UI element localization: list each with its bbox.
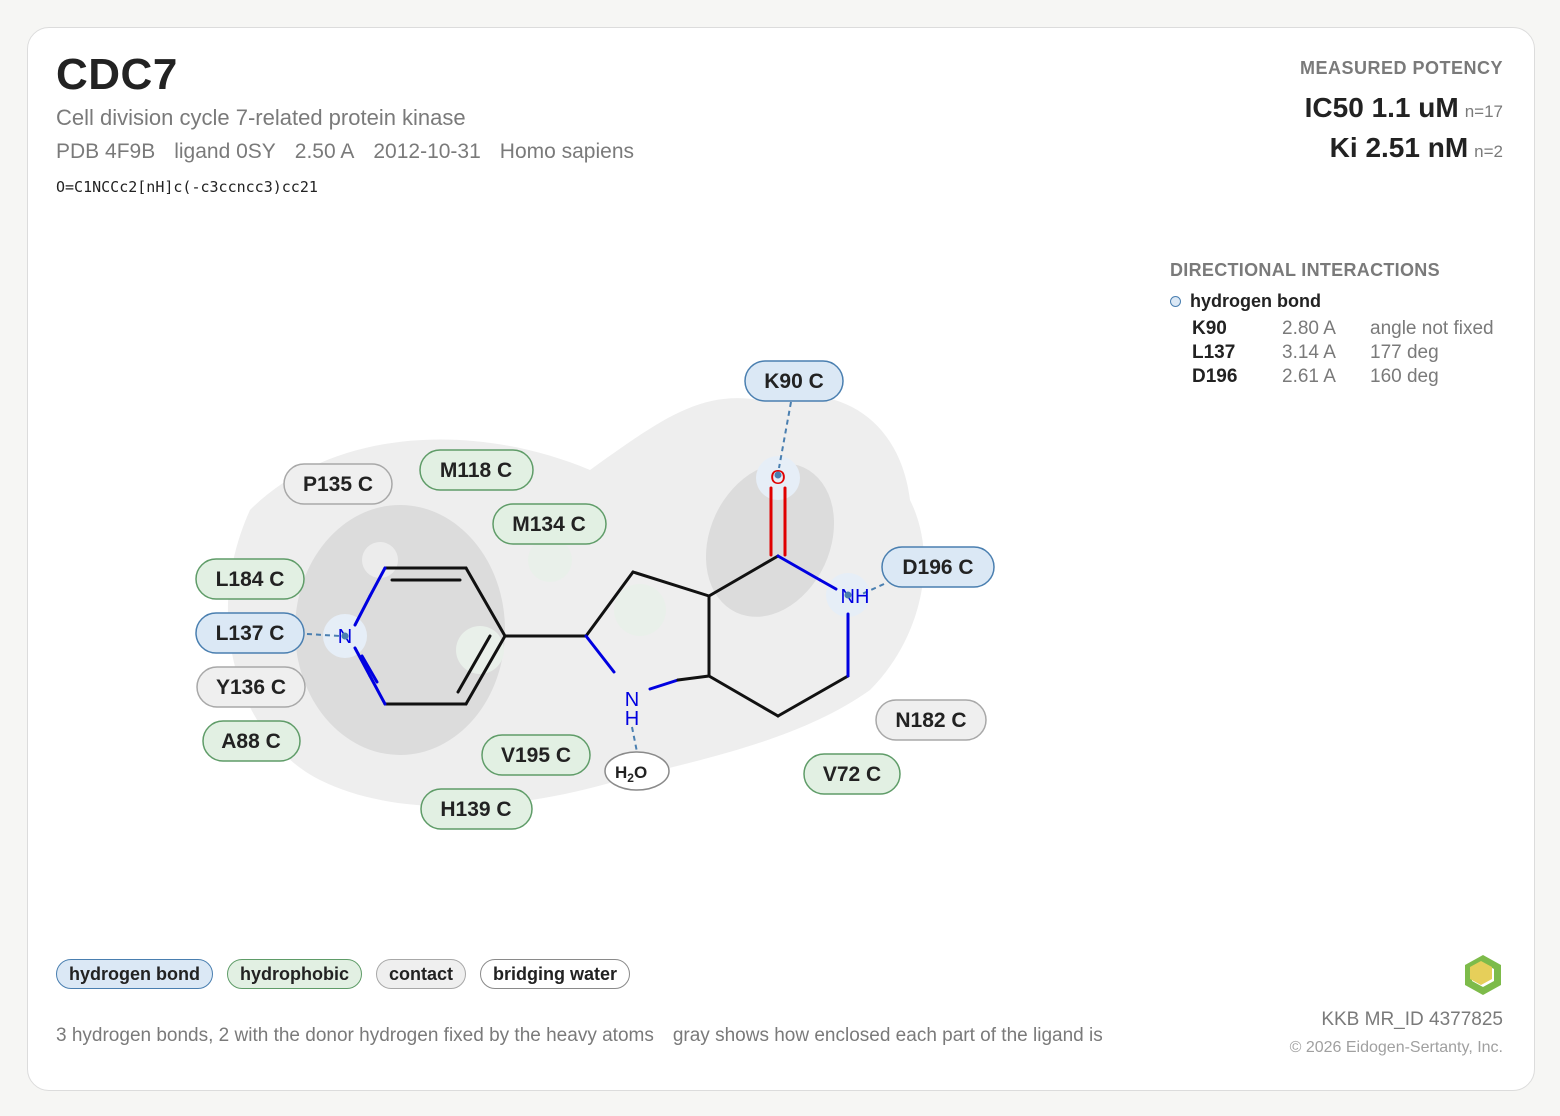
- residue-l137[interactable]: L137 C: [195, 612, 305, 654]
- legend: hydrogen bond hydrophobic contact bridgi…: [56, 959, 631, 989]
- residue-label: H139 C: [440, 798, 511, 821]
- eidogen-logo-icon: [1465, 955, 1501, 995]
- pyrrole-hydrogen: H: [625, 708, 639, 730]
- residue-label: L184 C: [216, 568, 285, 591]
- shading-note: gray shows how enclosed each part of the…: [672, 1025, 1103, 1046]
- hbond-summary: 3 hydrogen bonds, 2 with the donor hydro…: [56, 1025, 654, 1046]
- residue-label: V72 C: [823, 763, 881, 786]
- hbond-marker: [774, 471, 782, 479]
- footnote: 3 hydrogen bonds, 2 with the donor hydro…: [56, 1025, 1103, 1047]
- residue-label: K90 C: [764, 370, 824, 393]
- residue-label: M118 C: [440, 459, 512, 482]
- hbond-marker: [844, 591, 852, 599]
- residue-y136[interactable]: Y136 C: [196, 666, 306, 708]
- copyright: © 2026 Eidogen-Sertanty, Inc.: [1289, 1039, 1503, 1056]
- residue-p135[interactable]: P135 C: [283, 463, 393, 505]
- residue-label: A88 C: [221, 730, 281, 753]
- legend-bridging-water: bridging water: [480, 959, 631, 989]
- amide-nh: NH: [841, 586, 870, 608]
- legend-hydrogen-bond: hydrogen bond: [56, 959, 213, 989]
- bridging-water: H2O: [604, 751, 670, 791]
- residue-v195[interactable]: V195 C: [481, 734, 591, 776]
- legend-hydrophobic: hydrophobic: [226, 959, 362, 989]
- residue-label: N182 C: [895, 709, 966, 732]
- legend-contact: contact: [375, 959, 466, 989]
- residue-label: L137 C: [216, 622, 285, 645]
- interaction-diagram: O N NH N H H2O K90 C M118 C P135 C M134 …: [195, 360, 995, 830]
- residue-label: V195 C: [501, 744, 571, 767]
- residue-n182[interactable]: N182 C: [875, 699, 987, 741]
- residue-m134[interactable]: M134 C: [492, 503, 607, 545]
- residue-d196[interactable]: D196 C: [881, 546, 995, 588]
- residue-label: M134 C: [512, 513, 586, 536]
- hbond-marker: [341, 632, 349, 640]
- residue-m118[interactable]: M118 C: [419, 449, 534, 491]
- residue-label: Y136 C: [216, 676, 286, 699]
- residue-a88[interactable]: A88 C: [202, 720, 301, 762]
- residue-label: D196 C: [902, 556, 973, 579]
- residue-v72[interactable]: V72 C: [803, 753, 901, 795]
- residue-l184[interactable]: L184 C: [195, 558, 305, 600]
- mr-id: KKB MR_ID 4377825: [1321, 1009, 1503, 1030]
- hydrophobic-spot: [614, 584, 666, 636]
- residue-label: P135 C: [303, 473, 373, 496]
- residue-h139[interactable]: H139 C: [420, 788, 533, 830]
- residue-k90[interactable]: K90 C: [744, 360, 844, 402]
- contact-spot: [362, 542, 398, 578]
